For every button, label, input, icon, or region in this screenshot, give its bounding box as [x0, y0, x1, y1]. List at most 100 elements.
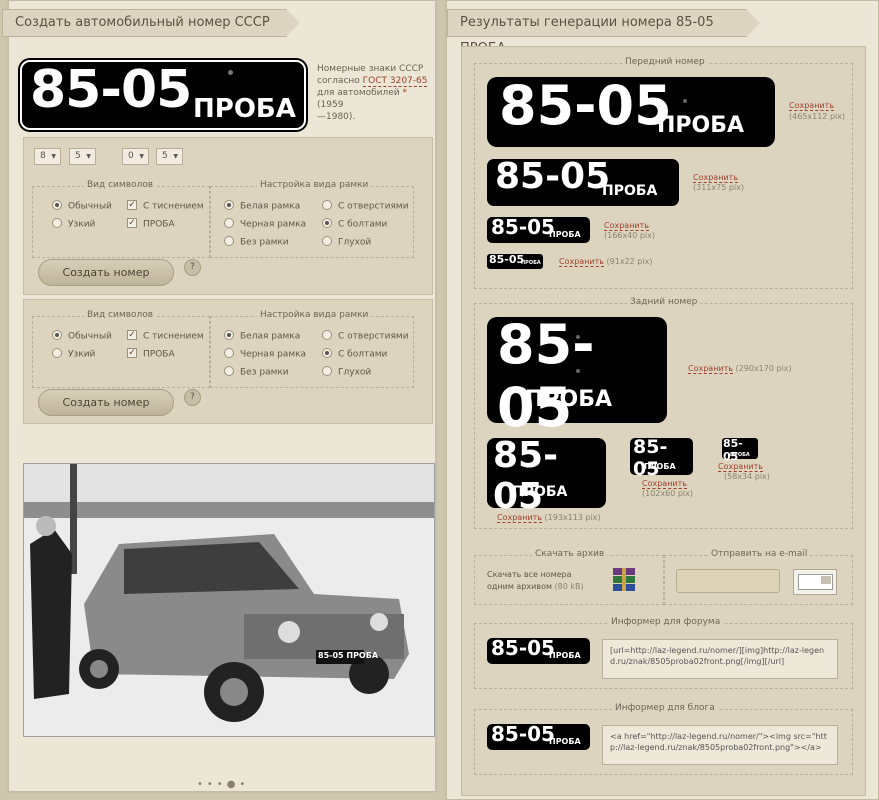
save-link[interactable]: Сохранить	[642, 479, 687, 489]
frame-title: Настройка вида рамки	[257, 180, 372, 190]
option-embossed-2[interactable]: ✓ С тиснением	[127, 330, 204, 342]
option-proba[interactable]: ✓ ПРОБА	[127, 218, 175, 230]
radio-narrow[interactable]	[52, 218, 62, 228]
front-plate-tiny: 85-05 ПРОБА	[487, 253, 543, 269]
rear-large-word: ПРОБА	[525, 387, 613, 412]
option-no-frame-2[interactable]: Без рамки	[224, 366, 289, 378]
option-holes[interactable]: С отверстиями	[322, 200, 409, 212]
photo-plate-text: 85-05 ПРОБА	[318, 651, 379, 660]
save-link[interactable]: Сохранить	[497, 513, 542, 523]
digit-select-1[interactable]: 8 ▼	[34, 148, 61, 165]
archive-icon[interactable]	[613, 568, 635, 592]
blog-code[interactable]: <a href="http://laz-legend.ru/nomer/"><i…	[602, 725, 838, 765]
create-plate-button-2[interactable]: Создать номер	[38, 389, 174, 416]
left-title-text: Создать автомобильный номер СССР	[15, 15, 270, 30]
info-years-end: —1980).	[317, 112, 356, 122]
settings-form-1: 8 ▼ 5 ▼ 0 ▼ 5 ▼ Вид символов Настройка вида …	[23, 137, 433, 295]
left-panel: Создать автомобильный номер СССР 85-05 П…	[2, 0, 436, 792]
rear-small-word: ПРОБА	[644, 462, 676, 471]
forum-code[interactable]: [url=http://laz-legend.ru/nomer/][img]ht…	[602, 639, 838, 679]
digit-select-4[interactable]: 5 ▼	[156, 148, 183, 165]
frame-title-2: Настройка вида рамки	[257, 310, 372, 320]
front-large-word: ПРОБА	[657, 113, 745, 138]
front-size-3: (166x40 pix)	[604, 231, 656, 240]
save-rear-4[interactable]: Сохранить	[718, 462, 763, 472]
save-front-4[interactable]: Сохранить (91x22 pix)	[559, 257, 652, 267]
info-star[interactable]: *	[403, 88, 408, 98]
option-proba-2[interactable]: ✓ ПРОБА	[127, 348, 175, 360]
rear-medium-number: 85-05	[493, 435, 559, 517]
archive-text: Скачать все номера одним архивом (80 kB)	[487, 570, 584, 591]
checkbox-proba[interactable]: ✓	[127, 218, 137, 228]
option-normal[interactable]: Обычный	[52, 200, 112, 212]
save-link[interactable]: Сохранить	[789, 101, 834, 111]
option-no-frame[interactable]: Без рамки	[224, 236, 289, 248]
rear-size-1: (290x170 pix)	[735, 364, 792, 373]
save-link[interactable]: Сохранить	[559, 257, 604, 267]
option-holes-2[interactable]: С отверстиями	[322, 330, 409, 342]
save-rear-3[interactable]: Сохранить	[642, 479, 687, 489]
option-bolts[interactable]: С болтами	[322, 218, 387, 230]
forum-plate-word: ПРОБА	[549, 651, 581, 660]
option-black-frame[interactable]: Черная рамка	[224, 218, 306, 230]
option-white-frame[interactable]: Белая рамка	[224, 200, 300, 212]
main-plate-word: ПРОБА	[193, 94, 296, 124]
option-narrow[interactable]: Узкий	[52, 218, 95, 230]
forum-plate-number: 85-05	[491, 636, 555, 660]
rear-large-number: 85-05	[497, 313, 595, 439]
pagination-dots: •••●•	[197, 779, 250, 790]
front-size-2: (311x75 pix)	[693, 183, 745, 192]
help-icon[interactable]: ?	[184, 259, 201, 276]
front-plate-small: 85-05 ПРОБА	[487, 215, 590, 243]
help-icon-2[interactable]: ?	[184, 389, 201, 406]
email-title: Отправить на e-mail	[708, 549, 811, 559]
forum-title: Информер для форума	[608, 617, 724, 627]
save-link[interactable]: Сохранить	[718, 462, 763, 472]
front-large-number: 85-05	[499, 74, 672, 137]
save-front-2[interactable]: Сохранить	[693, 173, 738, 183]
option-narrow-2[interactable]: Узкий	[52, 348, 95, 360]
car-photo-drawing	[24, 464, 434, 736]
digit-select-2[interactable]: 5 ▼	[69, 148, 96, 165]
radio-normal[interactable]	[52, 200, 62, 210]
info-line3: для автомобилей	[317, 88, 403, 98]
option-white-frame-2[interactable]: Белая рамка	[224, 330, 300, 342]
rear-size-4: (58x34 pix)	[724, 472, 770, 481]
email-input[interactable]	[676, 569, 780, 593]
save-front-1[interactable]: Сохранить	[789, 101, 834, 111]
main-plate-number: 85-05	[30, 60, 192, 120]
option-embossed[interactable]: ✓ С тиснением	[127, 200, 204, 212]
results-area: Передний номер 85-05 ПРОБА Сохранить (46…	[461, 46, 866, 796]
save-rear-2[interactable]: Сохранить (193x113 pix)	[497, 513, 601, 523]
info-line1: Номерные знаки СССР	[317, 64, 424, 74]
gost-link[interactable]: ГОСТ 3207-65	[362, 76, 428, 87]
checkbox-embossed[interactable]: ✓	[127, 200, 137, 210]
save-rear-1[interactable]: Сохранить (290x170 pix)	[688, 364, 792, 374]
front-tiny-word: ПРОБА	[521, 260, 541, 266]
blog-plate-number: 85-05	[491, 722, 555, 746]
info-line2: согласно	[317, 76, 363, 86]
digit-select-3[interactable]: 0 ▼	[122, 148, 149, 165]
option-black-frame-2[interactable]: Черная рамка	[224, 348, 306, 360]
front-plate-large: 85-05 ПРОБА	[487, 74, 775, 147]
car-photo: 85-05 ПРОБА	[23, 463, 435, 737]
front-tiny-number: 85-05	[489, 253, 525, 266]
option-blind[interactable]: Глухой	[322, 236, 371, 248]
email-send-icon[interactable]	[793, 569, 837, 595]
save-link[interactable]: Сохранить	[688, 364, 733, 374]
rear-size-2: (193x113 pix)	[544, 513, 601, 522]
save-link[interactable]: Сохранить	[693, 173, 738, 183]
symbols-title-2: Вид символов	[84, 310, 157, 320]
option-blind-2[interactable]: Глухой	[322, 366, 371, 378]
save-link[interactable]: Сохранить	[604, 221, 649, 231]
right-panel-title: Результаты генерации номера 85-05 ПРОБА	[447, 9, 760, 56]
front-small-number: 85-05	[491, 215, 555, 239]
front-plate-medium: 85-05 ПРОБА	[487, 156, 679, 206]
settings-form-2: Вид символов Настройка вида рамки Обычны…	[23, 299, 433, 424]
front-medium-word: ПРОБА	[602, 183, 658, 199]
save-front-3[interactable]: Сохранить	[604, 221, 649, 231]
create-plate-button[interactable]: Создать номер	[38, 259, 174, 286]
option-bolts-2[interactable]: С болтами	[322, 348, 387, 360]
option-normal-2[interactable]: Обычный	[52, 330, 112, 342]
left-panel-title: Создать автомобильный номер СССР	[2, 9, 300, 37]
